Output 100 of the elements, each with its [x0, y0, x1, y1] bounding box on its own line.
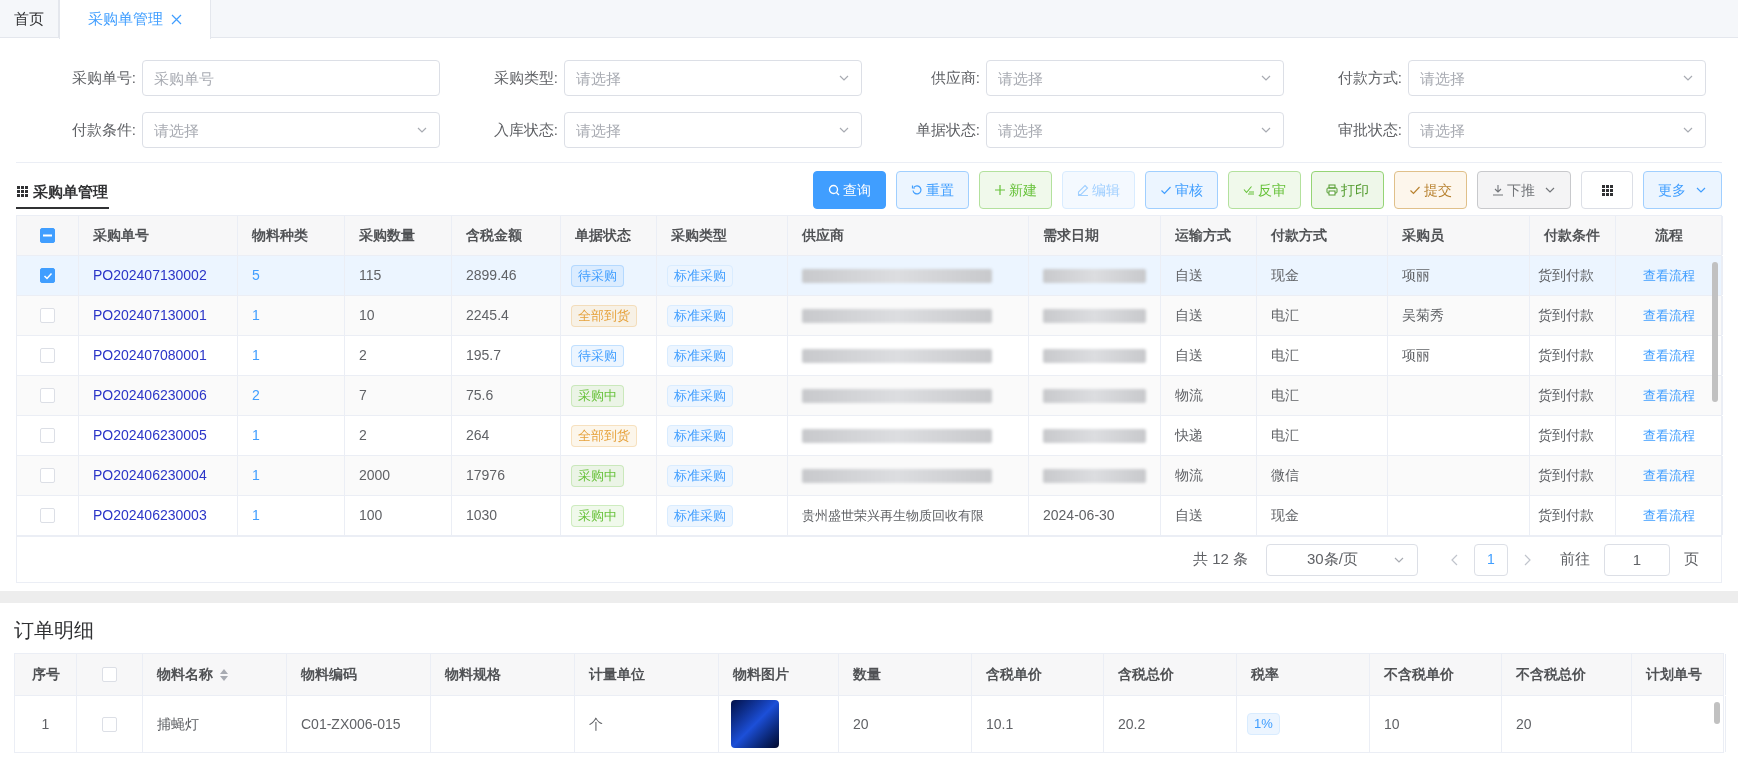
table-cell-text: 75.6	[466, 386, 494, 405]
table-row[interactable]: PO202407080001 1 2 195.7 待采购 标准采购 自送 电汇 项丽 货到付款 查看流程	[17, 336, 1721, 376]
table-cell-text: 自送	[1175, 266, 1203, 285]
grid-button[interactable]	[1581, 171, 1633, 209]
toolbar-button[interactable]: 审核	[1145, 171, 1218, 209]
printer-icon	[1326, 184, 1338, 196]
input-field[interactable]: 采购单号	[142, 60, 440, 96]
table-cell-text: 1	[41, 714, 50, 734]
field-label: 采购单号:	[70, 67, 137, 88]
count-link[interactable]: 1	[252, 505, 260, 526]
select-field[interactable]: 请选择	[986, 112, 1284, 148]
table-cell-text: 自送	[1175, 506, 1203, 525]
count-link[interactable]: 1	[252, 305, 260, 326]
view-flow-link[interactable]: 查看流程	[1643, 425, 1695, 446]
section-title: 订单明细	[13, 618, 95, 643]
table-cell-text: 20.2	[1118, 714, 1146, 734]
section-title: 采购单管理	[16, 180, 109, 209]
previous-page-icon[interactable]	[1450, 553, 1460, 566]
view-flow-link[interactable]: 查看流程	[1643, 505, 1695, 526]
check-icon	[42, 270, 53, 281]
select-field[interactable]: 请选择	[142, 112, 440, 148]
column-header: 计划单号	[1646, 665, 1702, 684]
status-tag: 待采购	[571, 264, 624, 287]
type-tag: 标准采购	[667, 384, 733, 407]
type-tag: 标准采购	[667, 504, 733, 527]
table-row[interactable]: PO202406230003 1 100 1030 采购中 标准采购 贵州盛世荣兴再生物质回收有限 2024-06-30 自送 现金 货到付款 查看流程	[17, 496, 1721, 536]
column-header: 数量	[853, 665, 881, 684]
table-row[interactable]: PO202406230006 2 7 75.6 采购中 标准采购 物流 电汇 货到付款 查看流程	[17, 376, 1721, 416]
table-cell-text: 2000	[359, 466, 391, 485]
field-label: 单据状态:	[914, 119, 981, 140]
select-field[interactable]: 请选择	[564, 112, 862, 148]
count-link[interactable]: 5	[252, 265, 260, 286]
toolbar-button[interactable]: 重置	[896, 171, 969, 209]
sort-icon[interactable]	[219, 667, 229, 682]
table-row[interactable]: PO202406230004 1 2000 17976 采购中 标准采购 物流 微信 货到付款 查看流程	[17, 456, 1721, 496]
tax-rate-tag: 1%	[1247, 713, 1280, 735]
field-label: 审批状态:	[1336, 119, 1403, 140]
close-icon[interactable]	[171, 14, 182, 25]
order-number-link[interactable]: PO202406230006	[93, 385, 207, 406]
table-cell-text: 货到付款	[1538, 426, 1594, 445]
column-header: 物料名称	[157, 665, 213, 684]
next-page-icon[interactable]	[1522, 553, 1532, 566]
view-flow-link[interactable]: 查看流程	[1643, 305, 1695, 326]
count-link[interactable]: 1	[252, 345, 260, 366]
toolbar-button[interactable]: 反审	[1228, 171, 1301, 209]
page-button[interactable]: 1	[1474, 543, 1508, 576]
order-number-link[interactable]: PO202407080001	[93, 345, 207, 366]
grid-icon	[1601, 184, 1613, 196]
toolbar-button[interactable]: 下推	[1477, 171, 1571, 209]
select-field[interactable]: 请选择	[1408, 60, 1706, 96]
view-flow-link[interactable]: 查看流程	[1643, 465, 1695, 486]
type-tag: 标准采购	[667, 304, 733, 327]
total-count: 共 12 条	[1192, 549, 1248, 570]
check-icon	[1409, 184, 1421, 196]
page-size-select[interactable]: 30条/页	[1266, 543, 1418, 576]
order-number-link[interactable]: PO202406230004	[93, 465, 207, 486]
order-number-link[interactable]: PO202407130001	[93, 305, 207, 326]
toolbar-button[interactable]: 打印	[1311, 171, 1384, 209]
order-number-link[interactable]: PO202407130002	[93, 265, 207, 286]
table-row[interactable]: PO202407130002 5 115 2899.46 待采购 标准采购 自送 现金 项丽 货到付款 查看流程	[17, 256, 1721, 296]
table-cell-text: 10	[1384, 714, 1400, 734]
toolbar-button[interactable]: 新建	[979, 171, 1052, 209]
column-header: 不含税单价	[1384, 665, 1454, 684]
view-flow-link[interactable]: 查看流程	[1643, 265, 1695, 286]
select-field[interactable]: 请选择	[986, 60, 1284, 96]
toolbar-button[interactable]: 编辑	[1062, 171, 1135, 209]
toolbar-button[interactable]: 更多	[1643, 171, 1722, 209]
pencil-icon	[1077, 184, 1089, 196]
table-row[interactable]: PO202407130001 1 10 2245.4 全部到货 标准采购 自送 电汇 吴菊秀 货到付款 查看流程	[17, 296, 1721, 336]
column-header: 税率	[1251, 665, 1279, 684]
table-cell-text: 电汇	[1271, 306, 1299, 325]
scrollbar[interactable]	[1714, 702, 1720, 724]
count-link[interactable]: 1	[252, 425, 260, 446]
view-flow-link[interactable]: 查看流程	[1643, 345, 1695, 366]
download-icon	[1492, 184, 1504, 196]
table-cell-text: 项丽	[1402, 266, 1430, 285]
order-number-link[interactable]: PO202406230003	[93, 505, 207, 526]
table-row[interactable]: PO202406230005 1 2 264 全部到货 标准采购 快递 电汇 货到付款 查看流程	[17, 416, 1721, 456]
table-cell-text: 货到付款	[1538, 266, 1594, 285]
minus-icon	[43, 234, 52, 237]
count-link[interactable]: 2	[252, 385, 260, 406]
table-cell-text: 264	[466, 426, 490, 445]
column-header: 物料编码	[301, 665, 357, 684]
column-header: 单据状态	[575, 226, 631, 245]
checkbox[interactable]	[40, 228, 55, 243]
grid-icon	[17, 186, 28, 198]
view-flow-link[interactable]: 查看流程	[1643, 385, 1695, 406]
goto-label: 前往	[1560, 549, 1590, 570]
select-field[interactable]: 请选择	[1408, 112, 1706, 148]
column-header: 物料规格	[445, 665, 501, 684]
select-field[interactable]: 请选择	[564, 60, 862, 96]
field-label: 入库状态:	[492, 119, 559, 140]
scrollbar[interactable]	[1712, 262, 1718, 402]
count-link[interactable]: 1	[252, 465, 260, 486]
order-number-link[interactable]: PO202406230005	[93, 425, 207, 446]
page-input[interactable]: 1	[1604, 543, 1670, 576]
tab[interactable]: 采购单管理	[59, 0, 211, 39]
checkbox[interactable]	[40, 268, 55, 283]
toolbar-button[interactable]: 提交	[1394, 171, 1467, 209]
toolbar-button[interactable]: 查询	[813, 171, 886, 209]
